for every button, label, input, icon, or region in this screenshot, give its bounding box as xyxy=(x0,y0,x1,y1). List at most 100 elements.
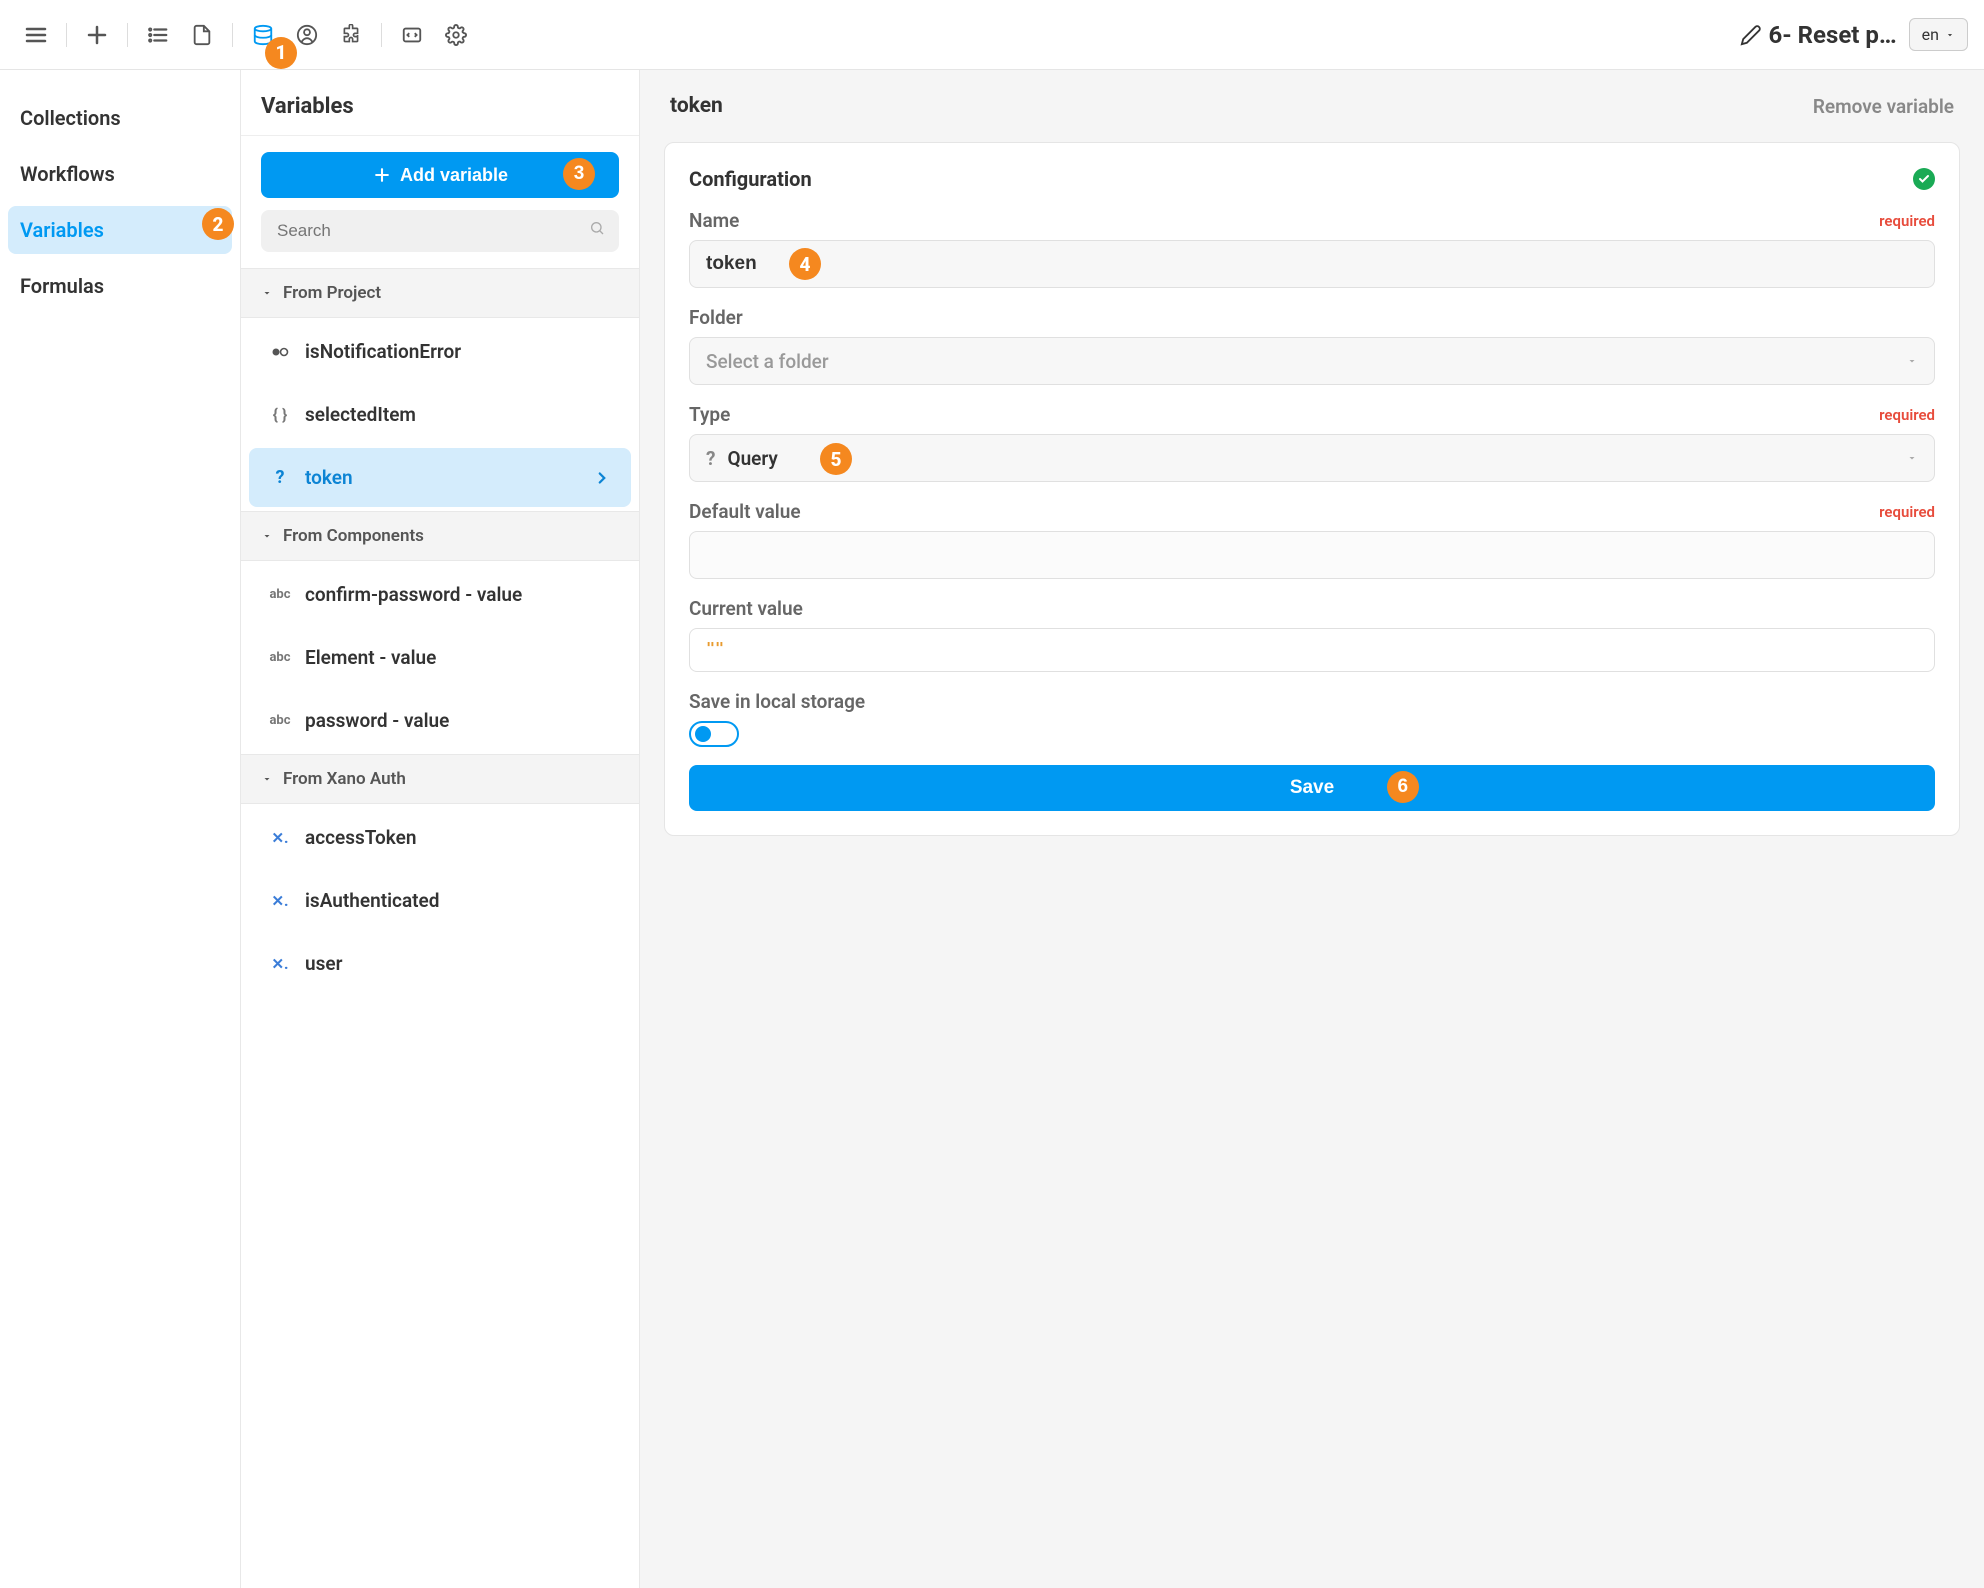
divider xyxy=(381,23,382,47)
chevron-down-icon xyxy=(1906,452,1918,464)
page-title[interactable]: 6- Reset p… xyxy=(1740,21,1896,49)
default-label: Default value xyxy=(689,500,801,523)
var-label: password - value xyxy=(305,709,449,732)
group-header-project[interactable]: From Project xyxy=(241,268,639,318)
topbar-right: 6- Reset p… en xyxy=(1740,18,1968,51)
field-default: Default value required xyxy=(689,500,1935,579)
variables-panel: Variables Add variable 3 From Project is… xyxy=(240,70,640,1588)
group-header-components[interactable]: From Components xyxy=(241,511,639,561)
toggle-knob xyxy=(695,726,711,742)
code-icon[interactable] xyxy=(392,15,432,55)
panel-title: Variables xyxy=(241,70,639,136)
var-label: accessToken xyxy=(305,826,416,849)
required-label: required xyxy=(1879,212,1935,230)
group-label: From Components xyxy=(283,526,424,546)
var-label: isAuthenticated xyxy=(305,889,439,912)
plus-icon[interactable] xyxy=(77,15,117,55)
callout-badge: 1 xyxy=(265,37,297,69)
var-item-accesstoken[interactable]: ✕. accessToken xyxy=(249,808,631,867)
field-type: Type required ? Query 5 xyxy=(689,403,1935,482)
object-icon: { } xyxy=(269,405,291,424)
query-icon: ? xyxy=(706,447,715,470)
config-header: Configuration xyxy=(689,167,1935,191)
search-input[interactable] xyxy=(261,210,619,252)
xano-icon: ✕. xyxy=(269,892,291,910)
chevron-down-icon xyxy=(261,287,273,299)
check-icon xyxy=(1913,168,1935,190)
var-item-password[interactable]: abc password - value xyxy=(249,691,631,750)
field-localstorage: Save in local storage xyxy=(689,690,1935,747)
required-label: required xyxy=(1879,503,1935,521)
detail-title: token xyxy=(670,94,723,118)
detail-panel: token Remove variable Configuration Name… xyxy=(640,70,1984,1588)
type-select[interactable]: ? Query 5 xyxy=(689,434,1935,482)
type-label: Type xyxy=(689,403,730,426)
detail-header: token Remove variable xyxy=(640,70,1984,142)
localstorage-label: Save in local storage xyxy=(689,690,865,713)
sidebar-item-formulas[interactable]: Formulas xyxy=(8,262,232,310)
page-title-text: 6- Reset p… xyxy=(1768,21,1896,49)
text-icon: abc xyxy=(269,650,291,665)
add-variable-label: Add variable xyxy=(400,165,508,186)
sidebar: Collections Workflows Variables 2 Formul… xyxy=(0,70,240,1588)
callout-badge: 4 xyxy=(789,248,821,280)
var-item-isnotificationerror[interactable]: isNotificationError xyxy=(249,322,631,381)
folder-select[interactable]: Select a folder xyxy=(689,337,1935,385)
text-icon: abc xyxy=(269,713,291,728)
settings-icon[interactable] xyxy=(436,15,476,55)
chevron-right-icon xyxy=(593,469,611,487)
panel-actions: Add variable 3 xyxy=(241,136,639,268)
sidebar-item-collections[interactable]: Collections xyxy=(8,94,232,142)
divider xyxy=(232,23,233,47)
database-icon[interactable]: 1 xyxy=(243,15,283,55)
bool-icon xyxy=(269,347,291,357)
callout-badge: 6 xyxy=(1387,771,1419,803)
language-label: en xyxy=(1922,25,1939,44)
sidebar-item-variables[interactable]: Variables 2 xyxy=(8,206,232,254)
topbar: 1 6- Reset p… en xyxy=(0,0,1984,70)
var-item-token[interactable]: ? token xyxy=(249,448,631,507)
language-select[interactable]: en xyxy=(1909,18,1968,51)
menu-icon[interactable] xyxy=(16,15,56,55)
var-label: user xyxy=(305,952,342,975)
localstorage-toggle[interactable] xyxy=(689,721,739,747)
current-label: Current value xyxy=(689,597,803,620)
var-label: selectedItem xyxy=(305,403,416,426)
folder-placeholder: Select a folder xyxy=(706,350,829,373)
name-label: Name xyxy=(689,209,739,232)
list-icon[interactable] xyxy=(138,15,178,55)
group-header-xano[interactable]: From Xano Auth xyxy=(241,754,639,804)
divider xyxy=(66,23,67,47)
chevron-down-icon xyxy=(261,530,273,542)
xano-icon: ✕. xyxy=(269,955,291,973)
xano-icon: ✕. xyxy=(269,829,291,847)
file-icon[interactable] xyxy=(182,15,222,55)
callout-badge: 5 xyxy=(820,443,852,475)
remove-variable-link[interactable]: Remove variable xyxy=(1813,95,1954,118)
var-item-user[interactable]: ✕. user xyxy=(249,934,631,993)
group-label: From Project xyxy=(283,283,381,303)
name-input[interactable] xyxy=(689,240,1935,288)
plus-icon xyxy=(372,165,392,185)
plugin-icon[interactable] xyxy=(331,15,371,55)
var-item-selecteditem[interactable]: { } selectedItem xyxy=(249,385,631,444)
text-icon: abc xyxy=(269,587,291,602)
var-item-element[interactable]: abc Element - value xyxy=(249,628,631,687)
field-current: Current value "" xyxy=(689,597,1935,672)
field-folder: Folder Select a folder xyxy=(689,306,1935,385)
search-wrap xyxy=(261,198,619,252)
var-label: Element - value xyxy=(305,646,436,669)
default-input[interactable] xyxy=(689,531,1935,579)
callout-badge: 2 xyxy=(202,208,234,240)
save-button[interactable]: Save 6 xyxy=(689,765,1935,811)
current-value: "" xyxy=(689,628,1935,672)
var-label: isNotificationError xyxy=(305,340,461,363)
required-label: required xyxy=(1879,406,1935,424)
var-item-confirm-password[interactable]: abc confirm-password - value xyxy=(249,565,631,624)
sidebar-item-workflows[interactable]: Workflows xyxy=(8,150,232,198)
var-item-isauthenticated[interactable]: ✕. isAuthenticated xyxy=(249,871,631,930)
chevron-down-icon xyxy=(1906,355,1918,367)
var-label: token xyxy=(305,466,353,489)
add-variable-button[interactable]: Add variable 3 xyxy=(261,152,619,198)
type-value: Query xyxy=(727,447,777,470)
